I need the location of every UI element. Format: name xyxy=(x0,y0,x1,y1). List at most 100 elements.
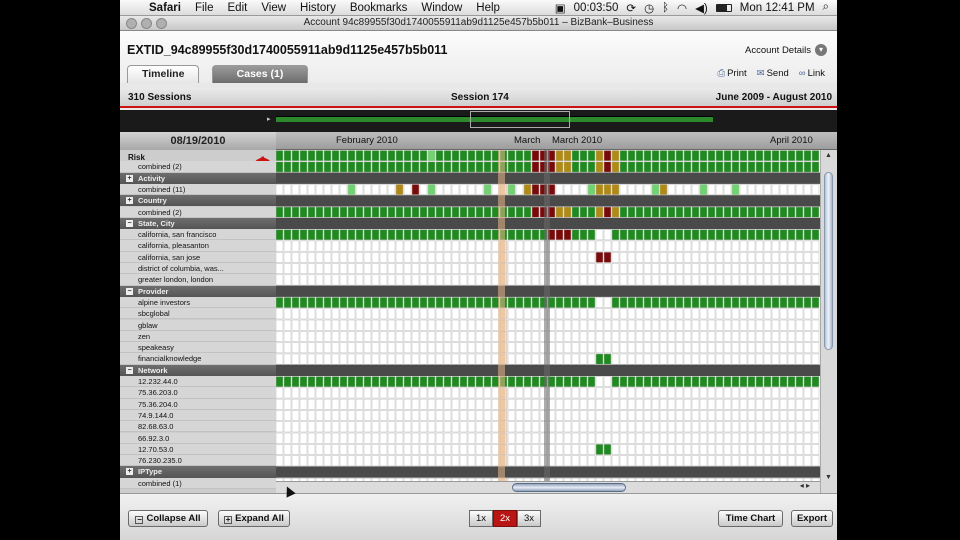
grid-cell[interactable] xyxy=(731,410,740,421)
grid-cell[interactable] xyxy=(435,229,444,241)
grid-cell[interactable] xyxy=(323,240,332,252)
grid-cell[interactable] xyxy=(571,150,580,162)
grid-cell[interactable] xyxy=(691,376,700,388)
grid-cell[interactable] xyxy=(459,421,468,433)
grid-cell[interactable] xyxy=(467,376,476,388)
grid-cell[interactable] xyxy=(787,319,796,331)
grid-cell[interactable] xyxy=(667,229,676,241)
grid-cell[interactable] xyxy=(523,353,532,365)
grid-cell[interactable] xyxy=(459,410,468,421)
grid-cell[interactable] xyxy=(435,455,444,467)
grid-cell[interactable] xyxy=(659,229,668,241)
grid-cell[interactable] xyxy=(363,150,372,162)
grid-cell[interactable] xyxy=(795,410,804,421)
grid-cell[interactable] xyxy=(419,240,428,252)
grid-cell[interactable] xyxy=(691,206,700,218)
grid-cell[interactable] xyxy=(571,331,580,342)
grid-cell[interactable] xyxy=(683,342,692,354)
grid-cell[interactable] xyxy=(395,251,404,263)
grid-cell[interactable] xyxy=(747,398,756,410)
grid-cell[interactable] xyxy=(276,240,284,252)
grid-cell[interactable] xyxy=(427,410,436,421)
grid-cell[interactable] xyxy=(659,161,668,173)
grid-cell[interactable] xyxy=(747,421,756,433)
grid-cell[interactable] xyxy=(611,274,620,286)
grid-cell[interactable] xyxy=(595,421,604,433)
grid-cell[interactable] xyxy=(603,229,612,241)
grid-cell[interactable] xyxy=(571,353,580,365)
grid-cell[interactable] xyxy=(587,444,596,455)
grid-cell[interactable] xyxy=(387,184,396,195)
grid-cell[interactable] xyxy=(459,308,468,320)
grid-cell[interactable] xyxy=(363,410,372,421)
grid-cell[interactable] xyxy=(563,251,572,263)
collapse-all-button[interactable]: − Collapse All xyxy=(128,510,208,527)
grid-cell[interactable] xyxy=(283,342,292,354)
grid-cell[interactable] xyxy=(595,229,604,241)
grid-cell[interactable] xyxy=(811,240,820,252)
grid-cell[interactable] xyxy=(555,297,564,308)
grid-cell[interactable] xyxy=(595,331,604,342)
grid-cell[interactable] xyxy=(427,263,436,275)
grid-cell[interactable] xyxy=(507,251,516,263)
grid-cell[interactable] xyxy=(483,455,492,467)
grid-cell[interactable] xyxy=(803,421,812,433)
grid-cell[interactable] xyxy=(563,455,572,467)
grid-cell[interactable] xyxy=(707,274,716,286)
expand-toggle-icon[interactable]: − xyxy=(126,219,133,227)
grid-cell[interactable] xyxy=(363,387,372,399)
grid-cell[interactable] xyxy=(363,184,372,195)
grid-cell[interactable] xyxy=(755,353,764,365)
grid-cell[interactable] xyxy=(595,398,604,410)
grid-cell[interactable] xyxy=(771,229,780,241)
grid-cell[interactable] xyxy=(339,353,348,365)
grid-cell[interactable] xyxy=(307,455,316,467)
grid-cell[interactable] xyxy=(403,229,412,241)
grid-cell[interactable] xyxy=(659,342,668,354)
grid-cell[interactable] xyxy=(691,240,700,252)
grid-cell[interactable] xyxy=(779,444,788,455)
grid-cell[interactable] xyxy=(571,263,580,275)
grid-cell[interactable] xyxy=(291,387,300,399)
grid-cell[interactable] xyxy=(667,206,676,218)
grid-cell[interactable] xyxy=(451,421,460,433)
grid-cell[interactable] xyxy=(603,297,612,308)
grid-cell[interactable] xyxy=(315,240,324,252)
grid-cell[interactable] xyxy=(411,161,420,173)
grid-cell[interactable] xyxy=(691,455,700,467)
grid-cell[interactable] xyxy=(635,308,644,320)
grid-cell[interactable] xyxy=(603,353,612,365)
grid-cell[interactable] xyxy=(803,353,812,365)
grid-cell[interactable] xyxy=(395,150,404,162)
grid-cell[interactable] xyxy=(603,308,612,320)
grid-cell[interactable] xyxy=(523,410,532,421)
grid-cell[interactable] xyxy=(651,229,660,241)
grid-cell[interactable] xyxy=(651,342,660,354)
grid-cell[interactable] xyxy=(683,161,692,173)
grid-cell[interactable] xyxy=(571,376,580,388)
grid-cell[interactable] xyxy=(723,421,732,433)
grid-cell[interactable] xyxy=(667,444,676,455)
grid-cell[interactable] xyxy=(747,274,756,286)
grid-cell[interactable] xyxy=(643,455,652,467)
grid-cell[interactable] xyxy=(691,308,700,320)
grid-cell[interactable] xyxy=(707,184,716,195)
grid-cell[interactable] xyxy=(283,297,292,308)
grid-cell[interactable] xyxy=(635,274,644,286)
grid-cell[interactable] xyxy=(443,161,452,173)
grid-cell[interactable] xyxy=(715,455,724,467)
grid-cell[interactable] xyxy=(755,410,764,421)
grid-cell[interactable] xyxy=(699,184,708,195)
grid-cell[interactable] xyxy=(635,353,644,365)
grid-cell[interactable] xyxy=(483,421,492,433)
expand-toggle-icon[interactable]: − xyxy=(126,366,133,374)
grid-cell[interactable] xyxy=(371,161,380,173)
grid-cell[interactable] xyxy=(787,184,796,195)
grid-cell[interactable] xyxy=(387,150,396,162)
grid-cell[interactable] xyxy=(571,421,580,433)
grid-cell[interactable] xyxy=(755,263,764,275)
grid-cell[interactable] xyxy=(619,263,628,275)
grid-cell[interactable] xyxy=(595,455,604,467)
grid-cell[interactable] xyxy=(763,263,772,275)
grid-cell[interactable] xyxy=(723,432,732,444)
